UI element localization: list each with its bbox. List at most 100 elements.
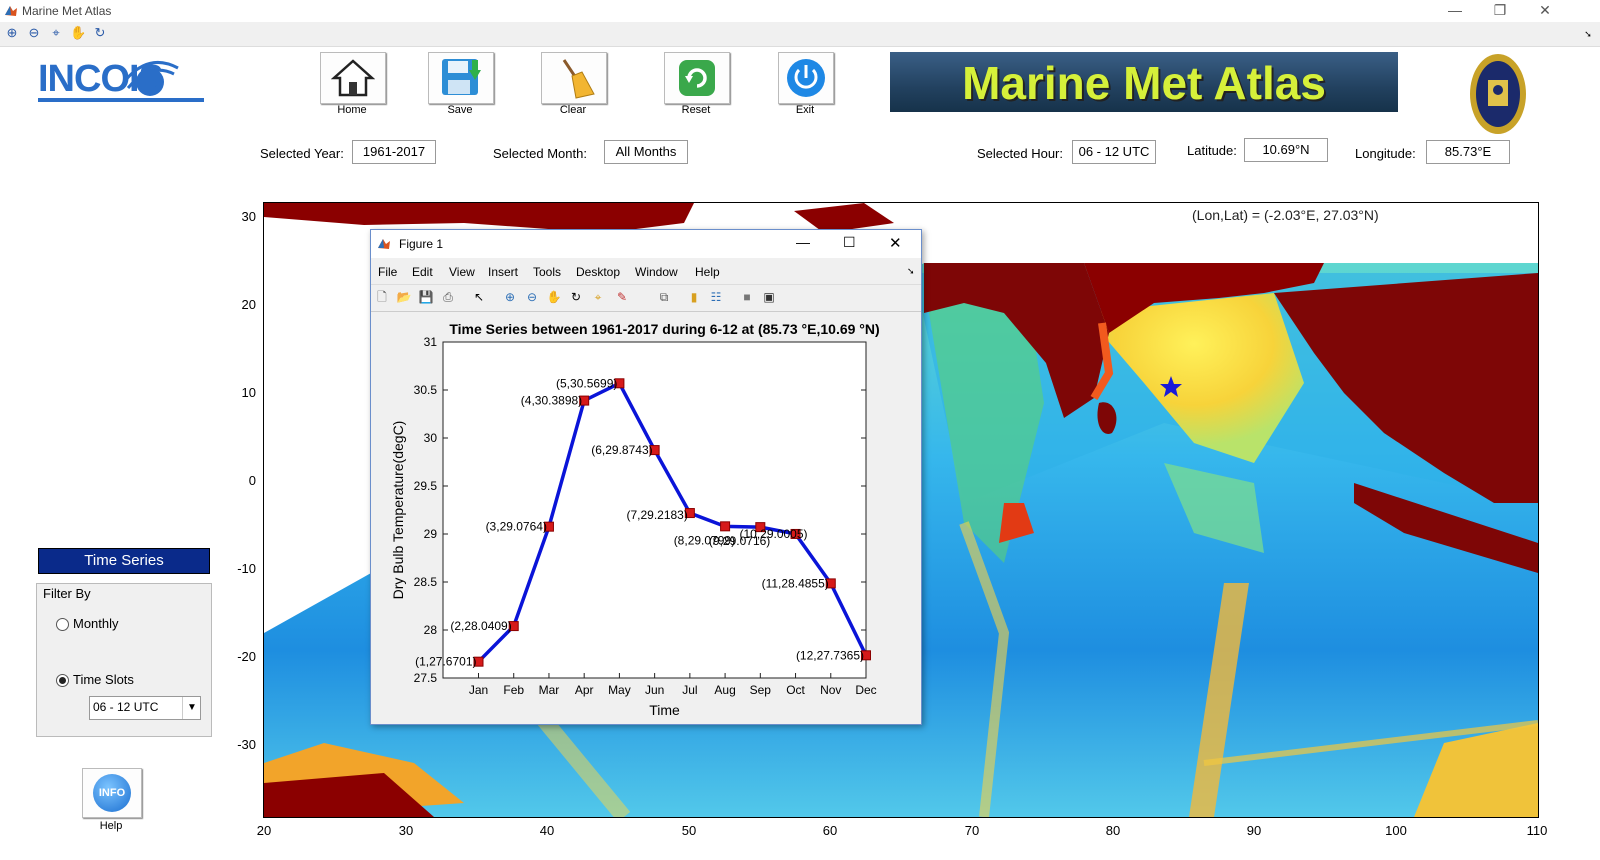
monthly-radio[interactable] bbox=[56, 618, 69, 631]
rotate-icon[interactable]: ↻ bbox=[568, 289, 584, 305]
zoom-out-icon[interactable]: ⊖ bbox=[26, 25, 42, 41]
save-figure-icon[interactable]: 💾 bbox=[418, 289, 434, 305]
x-tick-label: May bbox=[608, 683, 631, 697]
restore-button[interactable]: ❐ bbox=[1485, 2, 1515, 19]
home-label: Home bbox=[337, 104, 367, 116]
minimize-button[interactable]: — bbox=[1440, 2, 1470, 18]
print-icon[interactable]: ⎙ bbox=[440, 289, 456, 305]
colorbar-icon[interactable]: ▮ bbox=[686, 289, 702, 305]
open-file-icon[interactable]: 📂 bbox=[396, 289, 412, 305]
map-xtick: 50 bbox=[681, 823, 697, 838]
home-button[interactable] bbox=[320, 52, 386, 104]
legend-icon[interactable]: ☷ bbox=[708, 289, 724, 305]
data-label: (6,29.8743) bbox=[591, 443, 652, 457]
map-xtick: 40 bbox=[539, 823, 555, 838]
map-xtick: 100 bbox=[1385, 823, 1407, 838]
menu-help[interactable]: Help bbox=[695, 265, 720, 279]
data-label: (3,29.0764) bbox=[486, 520, 547, 534]
latitude-label: Latitude: bbox=[1187, 143, 1237, 158]
y-tick-label: 27.5 bbox=[414, 671, 438, 685]
map-xtick: 70 bbox=[964, 823, 980, 838]
map-ytick: 30 bbox=[241, 209, 256, 224]
dock-arrow-icon[interactable]: ➘ bbox=[907, 266, 915, 277]
x-tick-label: Jul bbox=[682, 683, 697, 697]
link-plot-icon[interactable]: ⧉ bbox=[656, 289, 672, 305]
x-axis-label: Time bbox=[649, 702, 680, 718]
exit-button[interactable] bbox=[778, 52, 834, 104]
pan-icon[interactable]: ✋ bbox=[546, 289, 562, 305]
data-label: (7,29.2183) bbox=[626, 508, 687, 522]
menu-desktop[interactable]: Desktop bbox=[576, 265, 620, 279]
y-tick-label: 31 bbox=[424, 335, 438, 349]
figure-title: Figure 1 bbox=[399, 237, 444, 251]
data-label: (12,27.7365) bbox=[796, 648, 864, 662]
data-label: (11,28.4855) bbox=[762, 576, 829, 590]
figure-toolbar: ⊕ ⊖ ⌖ ✋ ↻ ➘ bbox=[0, 22, 1600, 47]
y-tick-label: 29 bbox=[424, 527, 438, 541]
filter-by-panel: Filter By Monthly Time Slots 06 - 12 UTC… bbox=[36, 583, 212, 737]
rotate-icon[interactable]: ↻ bbox=[92, 25, 108, 41]
zoom-in-icon[interactable]: ⊕ bbox=[4, 25, 20, 41]
map-ytick: -20 bbox=[237, 649, 256, 664]
matlab-app-icon bbox=[5, 6, 17, 16]
data-cursor-icon[interactable]: ⌖ bbox=[590, 289, 606, 305]
title-bar: Marine Met Atlas — ❐ ✕ bbox=[0, 0, 1600, 22]
x-tick-label: Dec bbox=[855, 683, 876, 697]
zoom-out-icon[interactable]: ⊖ bbox=[524, 289, 540, 305]
data-label: (1,27.6701) bbox=[415, 655, 476, 669]
x-tick-label: Jun bbox=[645, 683, 664, 697]
map-xtick: 60 bbox=[822, 823, 838, 838]
reset-label: Reset bbox=[681, 104, 711, 116]
filter-by-title: Filter By bbox=[43, 586, 91, 601]
menu-view[interactable]: View bbox=[449, 265, 475, 279]
reset-button[interactable] bbox=[664, 52, 730, 104]
help-label: Help bbox=[99, 820, 123, 832]
figure-maximize-button[interactable]: ☐ bbox=[843, 234, 856, 251]
menu-tools[interactable]: Tools bbox=[533, 265, 561, 279]
figure-minimize-button[interactable]: — bbox=[796, 234, 810, 250]
selected-year-field: 1961-2017 bbox=[352, 140, 436, 164]
hide-plot-tools-icon[interactable]: ■ bbox=[739, 289, 755, 305]
selected-month-field: All Months bbox=[604, 140, 688, 164]
zoom-in-icon[interactable]: ⊕ bbox=[502, 289, 518, 305]
x-tick-label: Jan bbox=[469, 683, 488, 697]
y-tick-label: 28 bbox=[424, 623, 438, 637]
broom-icon bbox=[562, 59, 595, 99]
time-series-button[interactable]: Time Series bbox=[38, 548, 210, 574]
brush-icon[interactable]: ✎ bbox=[614, 289, 630, 305]
figure-window: Figure 1 — ☐ ✕ File Edit View Insert Too… bbox=[370, 229, 922, 725]
time-slot-select[interactable]: 06 - 12 UTC ▼ bbox=[89, 696, 201, 720]
menu-file[interactable]: File bbox=[378, 265, 397, 279]
window-title: Marine Met Atlas bbox=[22, 4, 112, 18]
selected-hour-field: 06 - 12 UTC bbox=[1072, 140, 1156, 164]
save-button[interactable] bbox=[428, 52, 494, 104]
show-plot-tools-icon[interactable]: ▣ bbox=[761, 289, 777, 305]
menu-edit[interactable]: Edit bbox=[412, 265, 433, 279]
map-ytick: 10 bbox=[241, 385, 256, 400]
menu-insert[interactable]: Insert bbox=[488, 265, 518, 279]
pan-icon[interactable]: ✋ bbox=[70, 25, 86, 41]
selected-month-label: Selected Month: bbox=[493, 146, 587, 161]
y-tick-label: 30.5 bbox=[414, 383, 438, 397]
selected-hour-label: Selected Hour: bbox=[977, 146, 1063, 161]
map-xtick: 110 bbox=[1526, 823, 1548, 838]
chevron-down-icon: ▼ bbox=[182, 697, 201, 719]
y-tick-label: 28.5 bbox=[414, 575, 438, 589]
clear-button[interactable] bbox=[541, 52, 607, 104]
refresh-icon bbox=[679, 60, 715, 96]
latitude-field: 10.69°N bbox=[1244, 138, 1328, 162]
data-cursor-icon[interactable]: ⌖ bbox=[48, 25, 64, 41]
figure-close-button[interactable]: ✕ bbox=[889, 234, 902, 252]
info-button[interactable]: INFO bbox=[82, 768, 142, 818]
close-button[interactable]: ✕ bbox=[1530, 2, 1560, 19]
time-slots-radio[interactable] bbox=[56, 674, 69, 687]
dock-arrow-icon[interactable]: ➘ bbox=[1580, 26, 1596, 42]
pointer-icon[interactable]: ↖ bbox=[471, 289, 487, 305]
clear-label: Clear bbox=[559, 104, 587, 116]
x-tick-label: Feb bbox=[503, 683, 524, 697]
data-label: (2,28.0409) bbox=[450, 619, 511, 633]
longitude-field: 85.73°E bbox=[1426, 140, 1510, 164]
menu-window[interactable]: Window bbox=[635, 265, 678, 279]
new-figure-icon[interactable]: 🗋 bbox=[374, 289, 390, 305]
navy-crest-logo bbox=[1468, 52, 1528, 136]
